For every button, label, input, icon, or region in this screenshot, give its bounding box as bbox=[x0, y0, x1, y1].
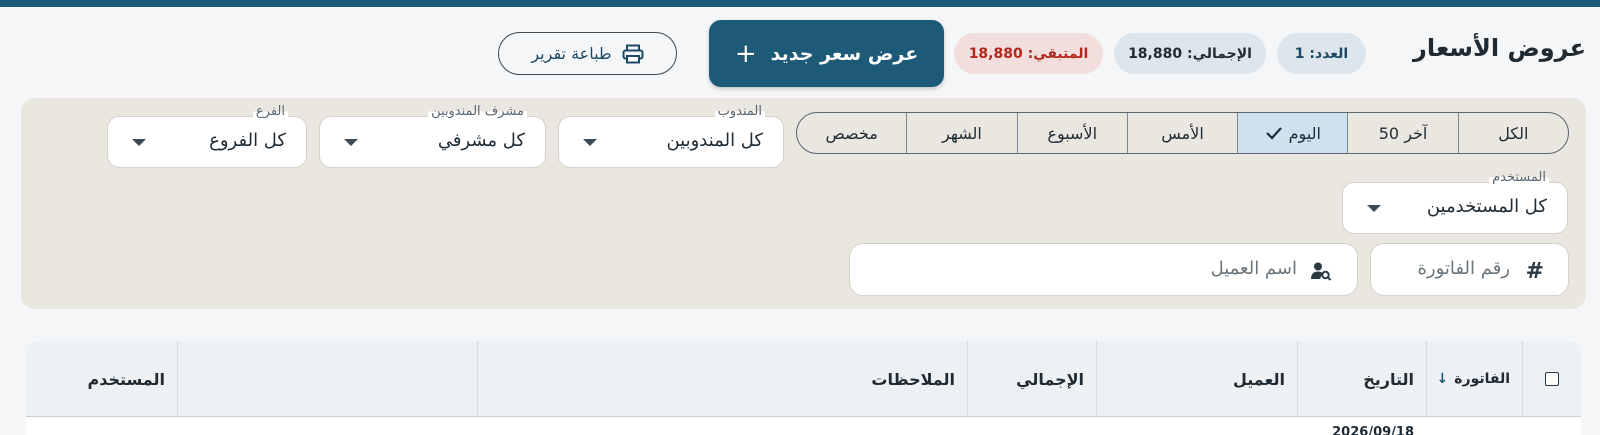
count-badge: العدد: 1 bbox=[1277, 33, 1366, 74]
period-yesterday[interactable]: الأمس bbox=[1128, 113, 1239, 153]
column-header-date[interactable]: التاريخ bbox=[1297, 341, 1426, 417]
arrow-down-icon: ↓ bbox=[1436, 371, 1449, 387]
printer-icon bbox=[622, 44, 644, 63]
column-header-label: الفاتورة bbox=[1454, 371, 1510, 387]
supervisor-dropdown-label: مشرف المندوبين bbox=[428, 104, 527, 119]
rep-dropdown-label: المندوب bbox=[714, 104, 765, 119]
check-icon bbox=[1265, 127, 1282, 140]
supervisor-dropdown[interactable]: مشرف المندوبين كل مشرفي bbox=[319, 104, 546, 168]
user-dropdown-value: كل المستخدمين bbox=[1426, 196, 1547, 217]
period-label: الأمس bbox=[1161, 123, 1204, 143]
column-header-user[interactable]: المستخدم bbox=[26, 341, 177, 417]
column-header-label: الملاحظات bbox=[871, 369, 955, 389]
period-label: الأسبوع bbox=[1047, 123, 1098, 143]
period-label: الشهر bbox=[942, 123, 982, 143]
new-quote-button[interactable]: عرض سعر جديد + bbox=[709, 20, 944, 87]
column-header-label: التاريخ bbox=[1363, 369, 1414, 389]
branch-dropdown[interactable]: الفرع كل الفروع bbox=[107, 104, 307, 168]
rep-dropdown-value: كل المندوبين bbox=[666, 130, 763, 151]
period-filter: مخصص الشهر الأسبوع الأمس اليوم آخر 50 ال… bbox=[796, 112, 1569, 154]
column-header-customer[interactable]: العميل bbox=[1096, 341, 1297, 417]
remaining-badge: المتبقي: 18,880 bbox=[954, 33, 1103, 74]
top-accent-bar bbox=[0, 0, 1600, 7]
customer-name-placeholder: اسم العميل bbox=[1210, 258, 1297, 279]
period-week[interactable]: الأسبوع bbox=[1018, 113, 1128, 153]
column-header-blank bbox=[177, 341, 477, 417]
column-header-label: الإجمالي bbox=[1016, 369, 1084, 389]
caret-down-icon bbox=[1367, 205, 1381, 212]
user-search-icon bbox=[1311, 262, 1332, 281]
column-header-notes[interactable]: الملاحظات bbox=[477, 341, 967, 417]
new-quote-label: عرض سعر جديد bbox=[770, 42, 919, 65]
period-month[interactable]: الشهر bbox=[907, 113, 1018, 153]
print-report-button[interactable]: طباعة تقرير bbox=[498, 32, 677, 75]
checkbox-icon bbox=[1545, 372, 1559, 386]
caret-down-icon bbox=[132, 139, 146, 146]
column-header-invoice[interactable]: ↓ الفاتورة bbox=[1426, 341, 1522, 417]
select-all-checkbox[interactable] bbox=[1522, 341, 1581, 417]
hash-icon: # bbox=[1525, 259, 1544, 284]
total-badge: الإجمالي: 18,880 bbox=[1114, 33, 1266, 74]
period-today[interactable]: اليوم bbox=[1238, 113, 1349, 153]
rep-dropdown[interactable]: المندوب كل المندوبين bbox=[558, 104, 784, 168]
plus-icon: + bbox=[734, 38, 757, 69]
invoice-number-field[interactable]: # رقم الفاتورة bbox=[1370, 243, 1569, 296]
caret-down-icon bbox=[344, 139, 358, 146]
period-custom[interactable]: مخصص bbox=[797, 113, 908, 153]
column-header-label: العميل bbox=[1232, 369, 1285, 389]
period-label: اليوم bbox=[1288, 123, 1321, 143]
customer-name-field[interactable]: اسم العميل bbox=[849, 243, 1358, 296]
period-all[interactable]: الكل bbox=[1459, 113, 1568, 153]
column-header-label: المستخدم bbox=[87, 369, 165, 389]
caret-down-icon bbox=[583, 139, 597, 146]
print-report-label: طباعة تقرير bbox=[531, 44, 612, 63]
branch-dropdown-value: كل الفروع bbox=[209, 130, 286, 151]
period-last-50[interactable]: آخر 50 bbox=[1348, 113, 1459, 153]
period-label: آخر 50 bbox=[1378, 123, 1428, 143]
column-header-total[interactable]: الإجمالي bbox=[967, 341, 1096, 417]
table-header: ↓ الفاتورة التاريخ العميل الإجمالي الملا… bbox=[26, 341, 1581, 417]
user-dropdown-label: المستخدم bbox=[1489, 170, 1549, 185]
supervisor-dropdown-value: كل مشرفي bbox=[437, 130, 525, 151]
branch-dropdown-label: الفرع bbox=[252, 104, 288, 119]
invoice-number-placeholder: رقم الفاتورة bbox=[1417, 258, 1510, 279]
period-label: مخصص bbox=[825, 123, 878, 143]
page-title: عروض الأسعار bbox=[1413, 34, 1586, 62]
period-label: الكل bbox=[1498, 123, 1529, 143]
row-date: 2026/09/18 bbox=[1332, 425, 1414, 435]
user-dropdown[interactable]: المستخدم كل المستخدمين bbox=[1342, 170, 1568, 234]
quotes-table: ↓ الفاتورة التاريخ العميل الإجمالي الملا… bbox=[26, 341, 1581, 435]
